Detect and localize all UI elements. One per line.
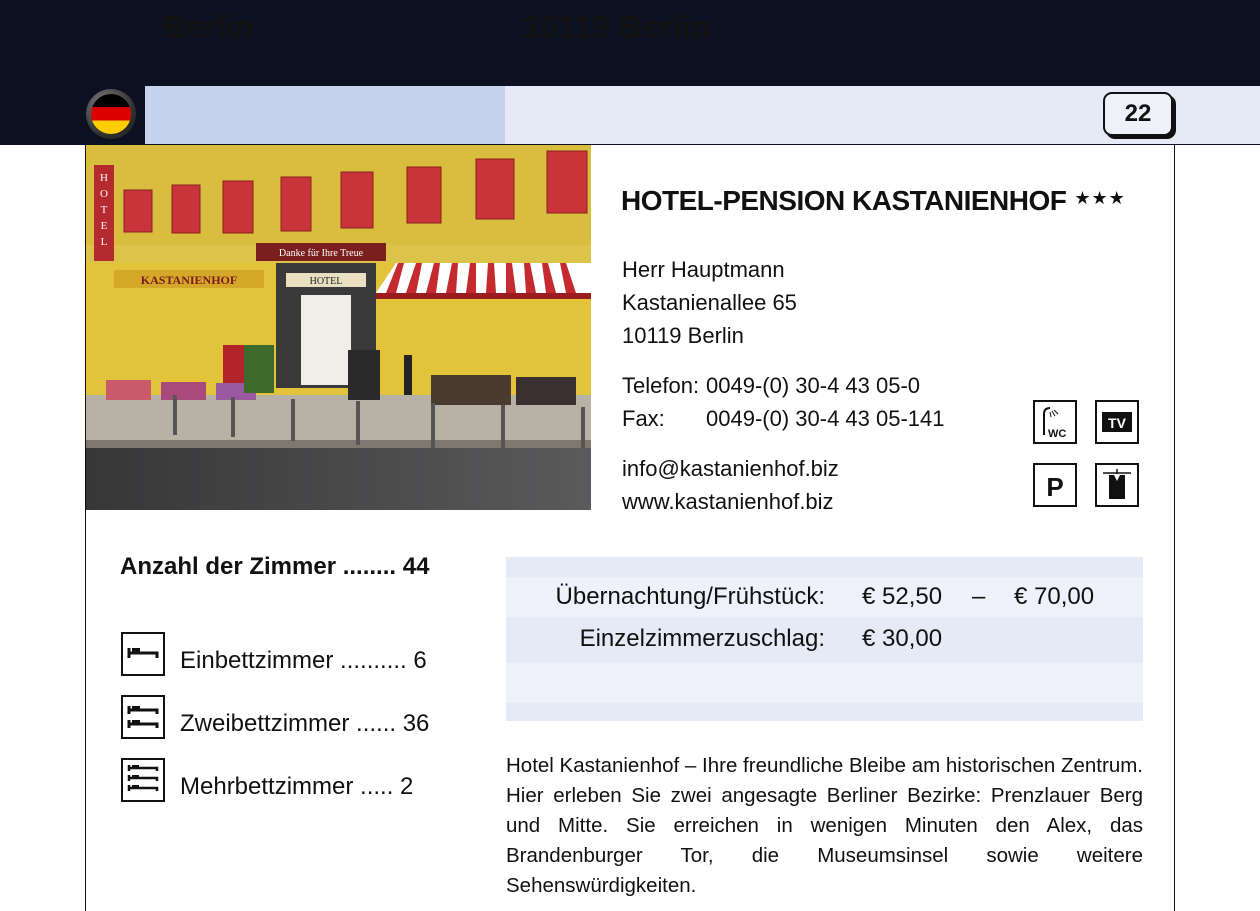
single-supplement-price: € 30,00 bbox=[862, 625, 943, 652]
price-row-empty bbox=[506, 663, 1143, 703]
phone-number: 0049-(0) 30-4 43 05-0 bbox=[706, 373, 921, 398]
hotel-photo: H O T E L KASTANIENHOF Danke für Ihre Tr… bbox=[86, 145, 591, 510]
tv-label: TV bbox=[1108, 415, 1127, 431]
svg-text:Danke für Ihre Treue: Danke für Ihre Treue bbox=[279, 248, 364, 259]
fax-number: 0049-(0) 30-4 43 05-141 bbox=[706, 406, 945, 431]
price-row-overnight: Übernachtung/Frühstück: € 52,50 – € 70,0… bbox=[506, 577, 1143, 617]
hotel-description: Hotel Kastanienhof – Ihre freundliche Bl… bbox=[506, 754, 1143, 897]
svg-text:H: H bbox=[100, 172, 108, 184]
star-rating: ★★★ bbox=[1074, 188, 1126, 208]
contact-person: Herr Hauptmann bbox=[622, 257, 785, 282]
tv-icon: TV bbox=[1095, 400, 1139, 444]
parking-label: P bbox=[1046, 472, 1063, 502]
header-band bbox=[0, 86, 1260, 144]
city-cell bbox=[145, 86, 505, 144]
single-supplement-label: Einzelzimmerzuschlag: bbox=[579, 625, 825, 652]
zip-city-title: 10119 Berlin bbox=[523, 9, 710, 45]
city-line: 10119 Berlin bbox=[622, 323, 744, 348]
price-band bbox=[506, 557, 1143, 577]
website-link[interactable]: www.kastanienhof.biz bbox=[622, 489, 834, 515]
single-room-label: Einbettzimmer .......... 6 bbox=[180, 647, 427, 674]
overnight-price-from: € 52,50 bbox=[862, 583, 943, 610]
svg-text:E: E bbox=[101, 220, 108, 232]
germany-flag-icon bbox=[86, 89, 136, 139]
email-link[interactable]: info@kastanienhof.biz bbox=[622, 456, 839, 482]
price-table: Übernachtung/Frühstück: € 52,50 – € 70,0… bbox=[506, 557, 1143, 721]
frame-right-rule bbox=[1174, 145, 1175, 911]
wardrobe-icon bbox=[1095, 463, 1139, 507]
city-title: Berlin bbox=[163, 9, 254, 45]
single-bed-icon bbox=[121, 632, 165, 676]
phone-label: Telefon: bbox=[622, 373, 700, 398]
room-count-title: Anzahl der Zimmer ........ 44 bbox=[120, 553, 430, 580]
svg-text:T: T bbox=[101, 204, 108, 216]
shower-wc-icon: WC bbox=[1033, 400, 1077, 444]
fax-label: Fax: bbox=[622, 406, 665, 431]
multi-room-label: Mehrbettzimmer ..... 2 bbox=[180, 773, 414, 800]
street-address: Kastanienallee 65 bbox=[622, 290, 797, 315]
price-dash: – bbox=[972, 583, 986, 610]
double-room-label: Zweibettzimmer ...... 36 bbox=[180, 710, 430, 737]
parking-icon: P bbox=[1033, 463, 1077, 507]
svg-text:L: L bbox=[101, 236, 108, 248]
svg-text:HOTEL: HOTEL bbox=[310, 276, 343, 287]
svg-text:O: O bbox=[100, 188, 108, 200]
multi-bed-icon bbox=[121, 758, 165, 802]
svg-text:KASTANIENHOF: KASTANIENHOF bbox=[141, 273, 237, 287]
price-band-bottom bbox=[506, 703, 1143, 721]
double-bed-icon bbox=[121, 695, 165, 739]
overnight-label: Übernachtung/Frühstück: bbox=[555, 583, 825, 610]
page-number-badge: 22 bbox=[1103, 92, 1173, 136]
overnight-price-to: € 70,00 bbox=[1014, 583, 1095, 610]
hotel-name: HOTEL-PENSION KASTANIENHOF ★★★ bbox=[621, 185, 1126, 217]
wc-label: WC bbox=[1048, 428, 1066, 440]
hotel-name-text: HOTEL-PENSION KASTANIENHOF bbox=[621, 185, 1067, 216]
price-row-single-supplement: Einzelzimmerzuschlag: € 30,00 bbox=[506, 617, 1143, 663]
